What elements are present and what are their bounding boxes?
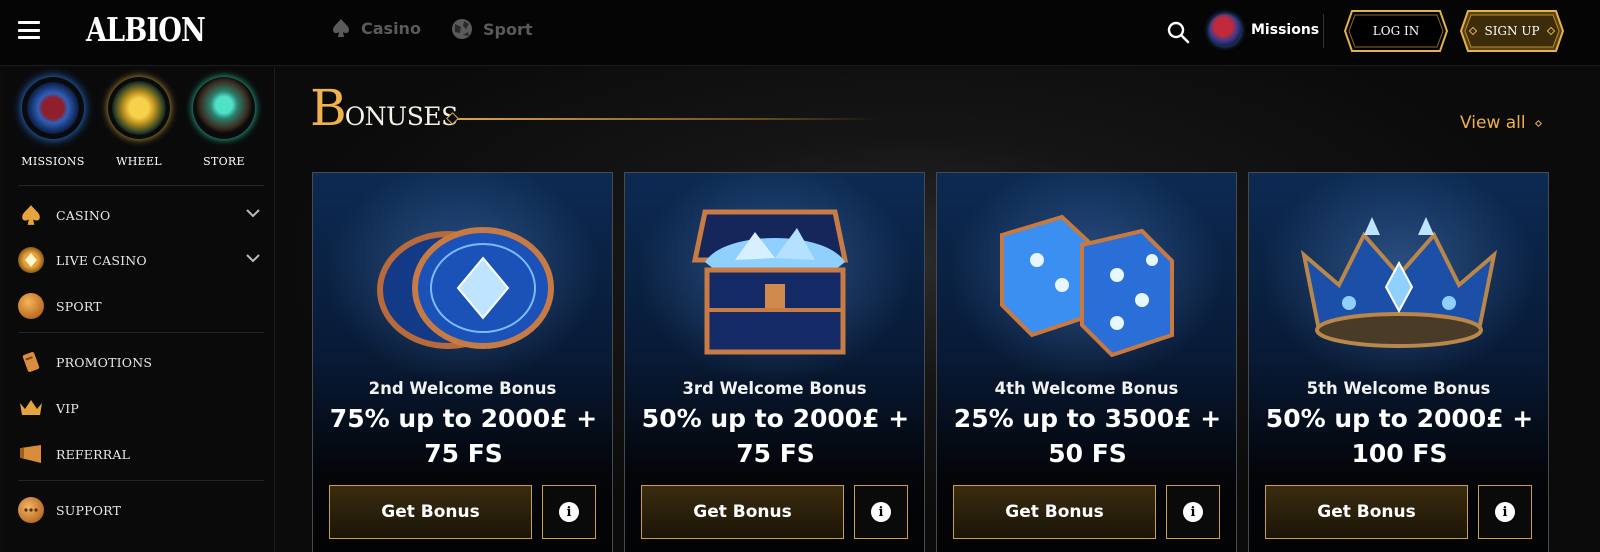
card-subtitle: 3rd Welcome Bonus <box>682 379 867 398</box>
top-bar: ALBION Casino Sport Missions LOG IN SIGN… <box>0 0 1600 66</box>
globe-ball-icon <box>452 19 472 39</box>
card-subtitle: 2nd Welcome Bonus <box>368 379 557 398</box>
quick-links: MISSIONS WHEEL STORE <box>4 77 275 185</box>
menu-icon[interactable] <box>18 21 40 39</box>
login-button[interactable]: LOG IN <box>1344 10 1448 52</box>
scroll-icon <box>18 349 44 375</box>
signup-button[interactable]: SIGN UP <box>1460 10 1564 52</box>
chevron-down-icon[interactable] <box>246 254 260 263</box>
nav-sport-label: Sport <box>483 19 533 39</box>
sidebar-item-label: VIP <box>56 400 79 416</box>
view-all-link[interactable]: View all <box>1460 113 1542 133</box>
search-icon[interactable] <box>1166 20 1190 44</box>
sidebar-item-label: CASINO <box>56 207 111 223</box>
quick-link-label: MISSIONS <box>21 155 85 168</box>
sidebar-item-vip[interactable]: VIP <box>18 391 264 425</box>
nav-sport[interactable]: Sport <box>451 18 533 40</box>
missions-button[interactable]: Missions <box>1209 14 1319 46</box>
divider <box>18 185 264 186</box>
info-button[interactable]: i <box>1478 485 1532 539</box>
crown-icon <box>18 395 44 421</box>
info-icon: i <box>559 502 579 522</box>
divider <box>18 480 264 481</box>
chat-bubble-icon <box>18 497 44 523</box>
nav-casino[interactable]: Casino <box>331 18 421 38</box>
divider <box>1323 14 1324 48</box>
card-offer: 75% up to 2000£ + 75 FS <box>329 404 598 468</box>
card-offer: 50% up to 2000£ + 100 FS <box>1265 404 1534 468</box>
live-casino-icon <box>18 247 44 273</box>
store-chest-icon <box>193 77 255 139</box>
sidebar-item-referral[interactable]: REFERRAL <box>18 437 264 471</box>
quick-link-label: WHEEL <box>116 155 162 168</box>
card-subtitle: 4th Welcome Bonus <box>994 379 1179 398</box>
missions-label: Missions <box>1251 22 1320 38</box>
spade-icon <box>333 19 349 37</box>
missions-gem-icon <box>1209 14 1241 46</box>
logo[interactable]: ALBION <box>86 10 206 49</box>
section-title-initial: B <box>310 79 347 137</box>
get-bonus-button[interactable]: Get Bonus <box>329 485 532 539</box>
title-underline <box>452 118 880 120</box>
sport-ball-icon <box>18 293 44 319</box>
bonus-card: 5th Welcome Bonus 50% up to 2000£ + 100 … <box>1248 172 1549 552</box>
diamond-icon <box>1534 119 1542 127</box>
info-button[interactable]: i <box>1166 485 1220 539</box>
info-icon: i <box>1495 502 1515 522</box>
section-title-rest: ONUSES <box>344 102 458 131</box>
bonus-card: 3rd Welcome Bonus 50% up to 2000£ + 75 F… <box>624 172 925 552</box>
sidebar-item-casino[interactable]: CASINO <box>18 198 264 232</box>
signup-label: SIGN UP <box>1484 24 1540 38</box>
bonus-card: 4th Welcome Bonus 25% up to 3500£ + 50 F… <box>936 172 1237 552</box>
sidebar-item-label: REFERRAL <box>56 446 131 462</box>
sidebar-item-label: PROMOTIONS <box>56 354 153 370</box>
quick-link-label: STORE <box>203 155 245 168</box>
nav-casino-label: Casino <box>361 18 421 38</box>
card-offer: 50% up to 2000£ + 75 FS <box>641 404 910 468</box>
get-bonus-button[interactable]: Get Bonus <box>953 485 1156 539</box>
get-bonus-button[interactable]: Get Bonus <box>1265 485 1468 539</box>
sidebar-item-live-casino[interactable]: LIVE CASINO <box>18 243 264 277</box>
sidebar-item-label: SUPPORT <box>56 502 122 518</box>
sidebar-item-label: SPORT <box>56 298 102 314</box>
bonus-card: 2nd Welcome Bonus 75% up to 2000£ + 75 F… <box>312 172 613 552</box>
get-bonus-button[interactable]: Get Bonus <box>641 485 844 539</box>
info-icon: i <box>871 502 891 522</box>
wheel-gem-icon <box>108 77 170 139</box>
info-button[interactable]: i <box>542 485 596 539</box>
sidebar-item-label: LIVE CASINO <box>56 252 147 268</box>
quick-link-missions[interactable]: MISSIONS <box>13 77 93 168</box>
quick-link-wheel[interactable]: WHEEL <box>99 77 179 168</box>
card-offer: 25% up to 3500£ + 50 FS <box>953 404 1222 468</box>
main-content: B ONUSES View all 2nd Welcome Bonus 75% … <box>276 67 1600 552</box>
spade-icon <box>18 202 44 228</box>
chevron-down-icon[interactable] <box>246 209 260 218</box>
info-icon: i <box>1183 502 1203 522</box>
horn-icon <box>18 441 44 467</box>
treasure-chest-icon <box>691 209 848 355</box>
info-button[interactable]: i <box>854 485 908 539</box>
sidebar: MISSIONS WHEEL STORE CASINO LIVE CASINO … <box>4 67 275 552</box>
crown-icon <box>1300 217 1497 348</box>
card-subtitle: 5th Welcome Bonus <box>1306 379 1491 398</box>
coins-icon <box>376 227 554 349</box>
sidebar-item-sport[interactable]: SPORT <box>18 289 264 323</box>
divider <box>18 332 264 333</box>
sidebar-item-promotions[interactable]: PROMOTIONS <box>18 345 264 379</box>
section-title: B ONUSES <box>310 83 458 133</box>
missions-gem-icon <box>22 77 84 139</box>
view-all-label: View all <box>1460 113 1526 133</box>
login-label: LOG IN <box>1372 24 1420 38</box>
quick-link-store[interactable]: STORE <box>184 77 264 168</box>
sidebar-item-support[interactable]: SUPPORT <box>18 493 264 527</box>
dice-icon <box>999 214 1174 358</box>
